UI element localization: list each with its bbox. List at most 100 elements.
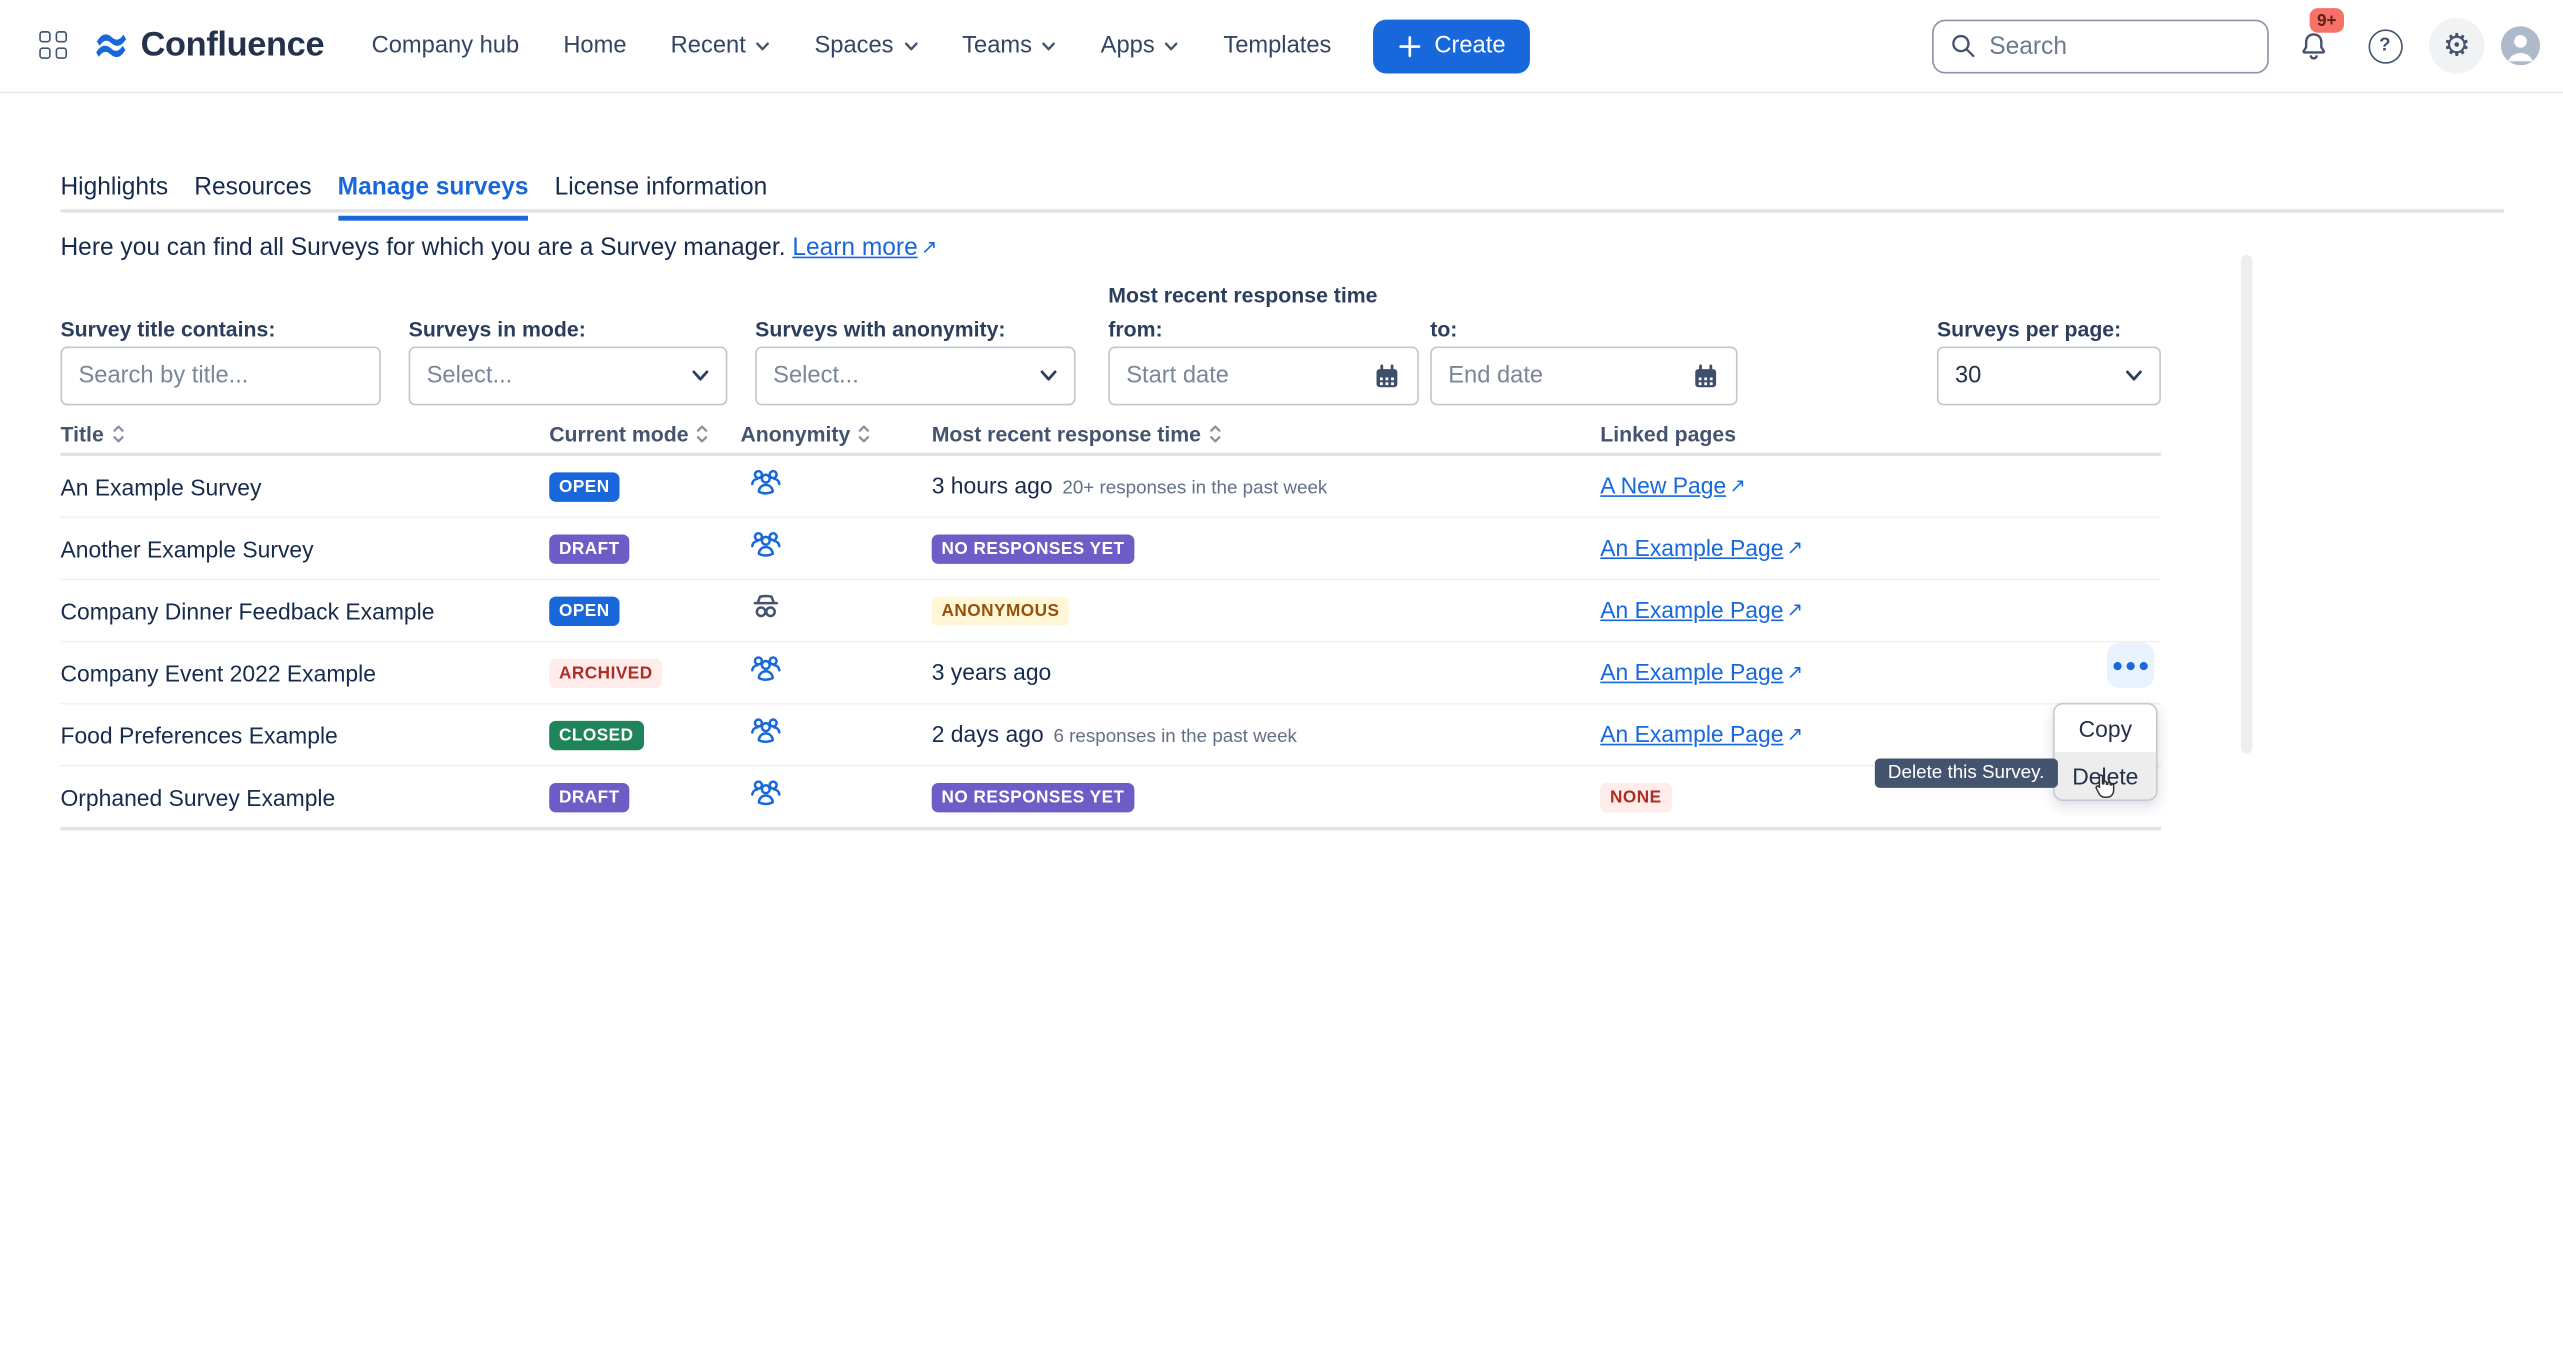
calendar-icon — [1373, 362, 1401, 390]
linked-page-link[interactable]: An Example Page↗ — [1600, 596, 1803, 622]
grid-square — [56, 31, 67, 42]
linked-page-link[interactable]: An Example Page↗ — [1600, 658, 1803, 684]
nav-company-hub[interactable]: Company hub — [372, 33, 520, 59]
mode-badge: DRAFT — [549, 783, 629, 812]
chevron-down-icon — [1165, 38, 1180, 53]
nav-templates[interactable]: Templates — [1223, 33, 1331, 59]
chevron-down-icon — [2125, 369, 2143, 382]
dot — [2140, 661, 2148, 669]
column-header-anonymity[interactable]: Anonymity — [740, 422, 931, 447]
app-switcher-icon[interactable] — [39, 31, 68, 60]
column-header-mode[interactable]: Current mode — [549, 422, 740, 447]
filter-per-page-label: Surveys per page: — [1937, 317, 2121, 342]
column-header-linked-pages: Linked pages — [1600, 422, 2161, 447]
search-icon — [1950, 33, 1976, 59]
per-page-select[interactable]: 30 — [1937, 347, 2161, 406]
nav-home[interactable]: Home — [563, 33, 626, 59]
linked-page-link[interactable]: A New Page↗ — [1600, 472, 1746, 498]
table-row: Company Event 2022 Example ARCHIVED 3 ye… — [60, 642, 2160, 704]
column-header-title[interactable]: Title — [60, 422, 549, 447]
response-note: 20+ responses in the past week — [1062, 478, 1327, 498]
page-tabs: Highlights Resources Manage surveys Lice… — [60, 173, 767, 220]
confluence-logo-icon — [93, 28, 129, 64]
search-placeholder: Search — [1989, 32, 2067, 60]
anonymous-badge: ANONYMOUS — [932, 597, 1070, 626]
external-link-icon: ↗ — [1787, 660, 1803, 683]
response-time: 3 hours ago — [932, 472, 1053, 498]
table-row: Company Dinner Feedback Example OPEN ANO… — [60, 580, 2160, 642]
chevron-down-icon — [1042, 38, 1057, 53]
dot — [2127, 661, 2135, 669]
nav-recent[interactable]: Recent — [671, 33, 771, 59]
response-time: 2 days ago — [932, 720, 1044, 746]
confluence-page: Confluence Company hub Home Recent Space… — [0, 0, 2563, 1352]
sort-icon — [1207, 423, 1222, 444]
group-anonymity-icon — [747, 774, 785, 812]
start-date-input[interactable]: Start date — [1108, 347, 1419, 406]
survey-title: Another Example Survey — [60, 535, 549, 561]
help-icon: ? — [2368, 29, 2402, 63]
external-link-icon: ↗ — [1787, 597, 1803, 620]
notifications-button[interactable]: 9+ — [2285, 18, 2341, 74]
settings-button[interactable]: ⚙ — [2429, 18, 2485, 74]
calendar-icon — [1692, 362, 1720, 390]
intro-text: Here you can find all Surveys for which … — [60, 234, 937, 262]
nav-apps[interactable]: Apps — [1101, 33, 1180, 59]
user-avatar[interactable] — [2501, 26, 2540, 65]
mode-badge: OPEN — [549, 597, 619, 626]
main-navigation: Company hub Home Recent Spaces Teams App… — [372, 33, 1332, 59]
title-filter-input[interactable]: Search by title... — [60, 347, 380, 406]
tab-highlights[interactable]: Highlights — [60, 173, 168, 220]
response-note: 6 responses in the past week — [1053, 727, 1296, 747]
nav-teams[interactable]: Teams — [962, 33, 1056, 59]
linked-page-link[interactable]: An Example Page↗ — [1600, 720, 1803, 746]
filter-mode-label: Surveys in mode: — [409, 317, 586, 342]
mode-badge: OPEN — [549, 472, 619, 501]
person-icon — [2501, 26, 2540, 65]
grid-square — [39, 47, 50, 58]
table-row: An Example Survey OPEN 3 hours ago 20+ re… — [60, 456, 2160, 518]
mode-badge: CLOSED — [549, 721, 643, 750]
menu-item-copy[interactable]: Copy — [2055, 704, 2156, 751]
table-row: Another Example Survey DRAFT NO RESPONSE… — [60, 518, 2160, 580]
mode-badge: DRAFT — [549, 535, 629, 564]
delete-tooltip: Delete this Survey. — [1875, 758, 2058, 787]
no-linked-page-badge: NONE — [1600, 783, 1671, 812]
external-link-icon: ↗ — [921, 235, 937, 258]
external-link-icon: ↗ — [1729, 473, 1745, 496]
search-input[interactable]: Search — [1932, 19, 2269, 73]
vertical-scrollbar-thumb[interactable] — [2241, 255, 2252, 754]
chevron-down-icon — [691, 369, 709, 382]
topbar-actions: Search 9+ ? ⚙ — [1932, 18, 2540, 74]
tab-manage-surveys[interactable]: Manage surveys — [338, 173, 529, 220]
bell-icon — [2296, 29, 2330, 63]
linked-page-link[interactable]: An Example Page↗ — [1600, 534, 1803, 560]
sort-icon — [857, 423, 872, 444]
confluence-logo[interactable]: Confluence — [93, 26, 324, 65]
notification-count-badge: 9+ — [2310, 8, 2344, 33]
end-date-input[interactable]: End date — [1430, 347, 1737, 406]
dot — [2113, 661, 2121, 669]
anonymity-filter-select[interactable]: Select... — [755, 347, 1075, 406]
survey-title: Orphaned Survey Example — [60, 784, 549, 810]
help-button[interactable]: ? — [2357, 18, 2413, 74]
table-header-row: Title Current mode Anonymity Most recent… — [60, 417, 2160, 456]
group-anonymity-icon — [747, 526, 785, 564]
sort-icon — [695, 423, 710, 444]
nav-spaces[interactable]: Spaces — [814, 33, 918, 59]
plus-icon — [1397, 34, 1422, 59]
filter-anonymity-label: Surveys with anonymity: — [755, 317, 1005, 342]
mode-badge: ARCHIVED — [549, 659, 662, 688]
create-button[interactable]: Create — [1372, 19, 1530, 73]
mode-filter-select[interactable]: Select... — [409, 347, 728, 406]
row-actions-button[interactable] — [2107, 642, 2154, 688]
external-link-icon: ↗ — [1787, 722, 1803, 745]
tab-license-information[interactable]: License information — [555, 173, 768, 220]
learn-more-link[interactable]: Learn more↗ — [792, 234, 937, 262]
survey-title: An Example Survey — [60, 473, 549, 499]
table-row: Orphaned Survey Example DRAFT NO RESPONS… — [60, 767, 2160, 831]
tab-resources[interactable]: Resources — [194, 173, 311, 220]
column-header-response-time[interactable]: Most recent response time — [932, 422, 1601, 447]
no-responses-badge: NO RESPONSES YET — [932, 783, 1135, 812]
group-anonymity-icon — [747, 650, 785, 688]
